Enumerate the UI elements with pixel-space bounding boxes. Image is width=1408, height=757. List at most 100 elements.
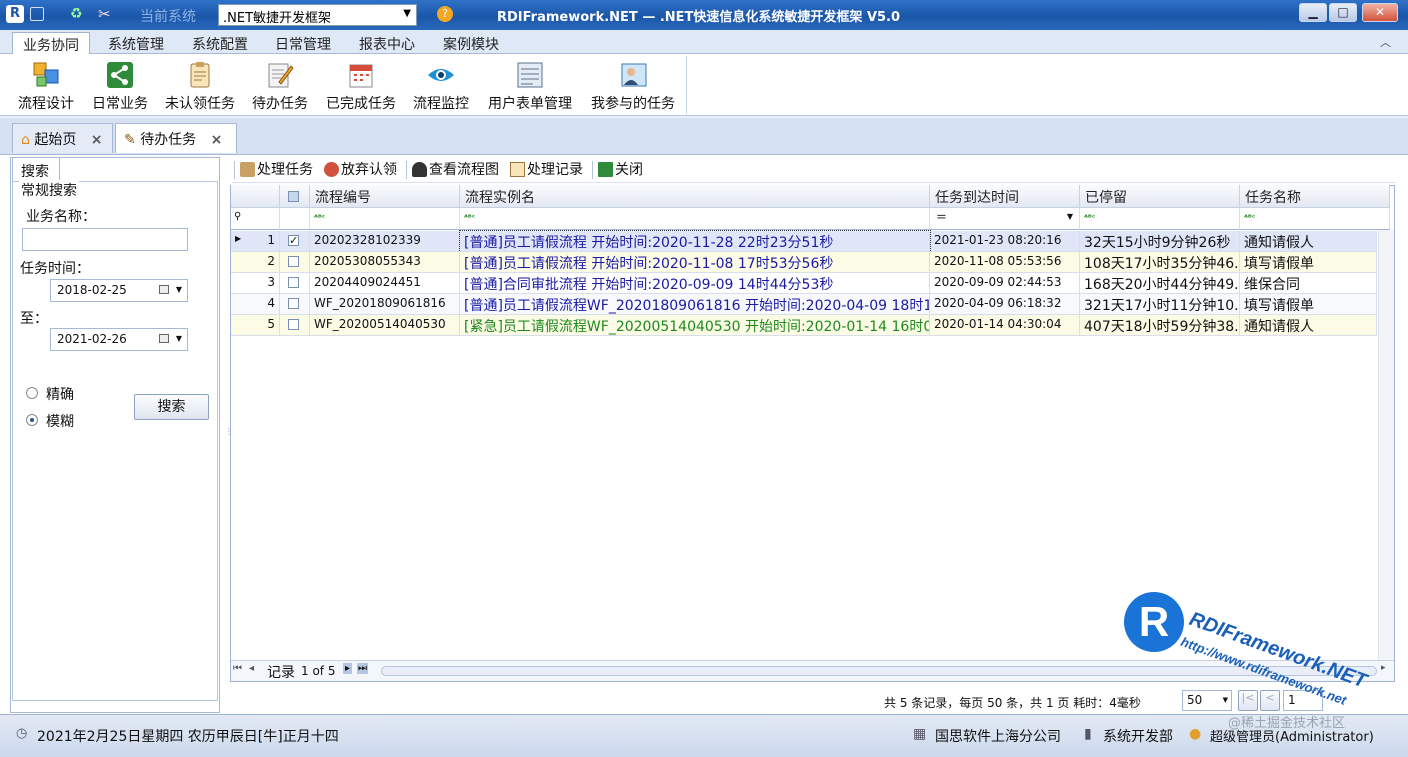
close-icon[interactable]: ×: [211, 132, 223, 148]
date-from-picker[interactable]: 2018-02-25 ▼: [50, 279, 188, 302]
ribbon-button-workflow-design[interactable]: 流程设计: [14, 58, 78, 114]
cell-code[interactable]: 20205308055343: [310, 252, 460, 273]
table-row[interactable]: ▶ 1 ✓ 20202328102339 [普通]员工请假流程 开始时间:2020-11…: [231, 230, 1377, 253]
minimize-button[interactable]: ▁: [1299, 3, 1327, 22]
ribbon-button-todo-tasks[interactable]: 待办任务: [248, 58, 312, 114]
abandon-claim-button[interactable]: 放弃认领: [324, 159, 397, 181]
next-record-icon[interactable]: ▸: [343, 663, 353, 674]
exact-radio-label: 精确: [46, 387, 74, 403]
table-row[interactable]: 2 20205308055343 [普通]员工请假流程 开始时间:2020-11-0…: [231, 252, 1377, 273]
cell-instance-name[interactable]: [普通]员工请假流程 开始时间:2020-11-28 22时23分51秒: [459, 230, 931, 253]
cell-code[interactable]: 20204409024451: [310, 273, 460, 294]
menu-tab-system-admin[interactable]: 系统管理: [98, 32, 174, 54]
ribbon-button-flow-monitor[interactable]: 流程监控: [409, 58, 473, 114]
last-record-icon[interactable]: ⏭: [357, 663, 368, 674]
cell-arrive-time[interactable]: 2020-01-14 04:30:04: [930, 315, 1080, 336]
row-indicator[interactable]: 4: [231, 294, 280, 315]
prev-record-icon[interactable]: ◂: [249, 663, 254, 674]
column-header-task-name[interactable]: 任务名称: [1240, 185, 1390, 208]
menu-tab-daily[interactable]: 日常管理: [265, 32, 341, 54]
exact-radio[interactable]: [26, 387, 38, 399]
filter-cell-instance-name[interactable]: ᴬᴮᶜ: [460, 208, 930, 230]
column-header-arrive-time[interactable]: 任务到达时间: [930, 185, 1080, 208]
chevron-up-icon[interactable]: ︿: [1380, 34, 1391, 50]
row-number: 4: [267, 296, 275, 310]
search-button[interactable]: 搜索: [134, 394, 209, 420]
quick-access-menu-icon[interactable]: [30, 7, 44, 21]
search-panel-tab[interactable]: 搜索: [12, 157, 60, 181]
tab-start-page[interactable]: ⌂ 起始页 ×: [12, 123, 113, 153]
table-row[interactable]: 4 WF_20201809061816 [普通]员工请假流程WF_202018090…: [231, 294, 1377, 315]
help-icon[interactable]: ?: [437, 6, 453, 22]
menu-tab-system-config[interactable]: 系统配置: [182, 32, 258, 54]
menu-tab-reports[interactable]: 报表中心: [349, 32, 425, 54]
table-row[interactable]: 3 20204409024451 [普通]合同审批流程 开始时间:2020-09-0…: [231, 273, 1377, 294]
process-task-button[interactable]: 处理任务: [240, 159, 313, 181]
product-select[interactable]: .NET敏捷开发框架 ▼: [218, 4, 417, 26]
cell-stay[interactable]: 32天15小时9分钟26秒: [1080, 231, 1240, 252]
cell-code[interactable]: 20202328102339: [310, 231, 460, 252]
close-grid-button[interactable]: 关闭: [598, 159, 643, 181]
cell-arrive-time[interactable]: 2021-01-23 08:20:16: [930, 231, 1080, 252]
row-checkbox[interactable]: [288, 298, 299, 309]
menu-tab-business[interactable]: 业务协同: [12, 32, 90, 54]
cell-task-name[interactable]: 通知请假人: [1240, 315, 1377, 336]
cell-stay[interactable]: 321天17小时11分钟10...: [1080, 294, 1240, 315]
row-indicator[interactable]: 3: [231, 273, 280, 294]
filter-cell-arrive-time[interactable]: = ▼: [930, 208, 1080, 230]
grid-header-checkbox[interactable]: [280, 185, 310, 208]
filter-cell-code[interactable]: ᴬᴮᶜ: [310, 208, 460, 230]
ribbon-button-daily-business[interactable]: 日常业务: [88, 58, 152, 114]
column-header-code[interactable]: 流程编号: [310, 185, 460, 208]
refresh-icon[interactable]: ♻: [70, 6, 83, 22]
close-window-button[interactable]: ✕: [1362, 3, 1398, 22]
row-indicator[interactable]: 2: [231, 252, 280, 273]
row-checkbox-cell: [280, 252, 310, 273]
row-checkbox[interactable]: [288, 277, 299, 288]
cell-code[interactable]: WF_20200514040530: [310, 315, 460, 336]
row-checkbox[interactable]: [288, 256, 299, 267]
column-header-instance-name[interactable]: 流程实例名: [460, 185, 930, 208]
menu-tab-cases[interactable]: 案例模块: [433, 32, 509, 54]
row-indicator[interactable]: ▶ 1: [231, 231, 280, 252]
date-to-picker[interactable]: 2021-02-26 ▼: [50, 328, 188, 351]
view-flowchart-button[interactable]: 查看流程图: [412, 159, 499, 181]
menu-bar: 业务协同 系统管理 系统配置 日常管理 报表中心 案例模块 ︿: [0, 30, 1408, 54]
ribbon-button-my-tasks[interactable]: 我参与的任务: [586, 58, 680, 114]
row-checkbox[interactable]: [288, 319, 299, 330]
filter-cell-task-name[interactable]: ᴬᴮᶜ: [1240, 208, 1390, 230]
tab-todo-tasks[interactable]: ✎ 待办任务 ×: [115, 123, 237, 153]
cell-task-name[interactable]: 维保合同: [1240, 273, 1377, 294]
fuzzy-radio[interactable]: [26, 414, 38, 426]
cell-stay[interactable]: 407天18小时59分钟38...: [1080, 315, 1240, 336]
cell-code[interactable]: WF_20201809061816: [310, 294, 460, 315]
cell-task-name[interactable]: 填写请假单: [1240, 294, 1377, 315]
close-icon[interactable]: ×: [91, 132, 103, 148]
filter-cell-stay[interactable]: ᴬᴮᶜ: [1080, 208, 1240, 230]
cell-instance-name[interactable]: [普通]员工请假流程 开始时间:2020-11-08 17时53分56秒: [460, 252, 930, 273]
cell-arrive-time[interactable]: 2020-09-09 02:44:53: [930, 273, 1080, 294]
cell-stay[interactable]: 108天17小时35分钟46...: [1080, 252, 1240, 273]
cell-instance-name[interactable]: [普通]合同审批流程 开始时间:2020-09-09 14时44分53秒: [460, 273, 930, 294]
table-row[interactable]: 5 WF_20200514040530 [紧急]员工请假流程WF_202005140…: [231, 315, 1377, 336]
row-indicator[interactable]: 5: [231, 315, 280, 336]
ribbon-button-user-forms[interactable]: 用户表单管理: [483, 58, 577, 114]
tools-icon[interactable]: ✂: [98, 5, 111, 23]
ribbon-button-completed-tasks[interactable]: 已完成任务: [322, 58, 400, 114]
cell-task-name[interactable]: 通知请假人: [1240, 231, 1377, 252]
first-record-icon[interactable]: ⏮: [233, 663, 242, 674]
cell-stay[interactable]: 168天20小时44分钟49...: [1080, 273, 1240, 294]
maximize-button[interactable]: □: [1329, 3, 1357, 22]
column-header-stay[interactable]: 已停留: [1080, 185, 1240, 208]
ribbon-button-unclaimed-tasks[interactable]: 未认领任务: [160, 58, 240, 114]
watermark-community: @稀土掘金技术社区: [1228, 716, 1346, 731]
cell-arrive-time[interactable]: 2020-11-08 05:53:56: [930, 252, 1080, 273]
task-name-input[interactable]: [22, 228, 188, 251]
cell-arrive-time[interactable]: 2020-04-09 06:18:32: [930, 294, 1080, 315]
process-history-button[interactable]: 处理记录: [510, 159, 583, 181]
cell-instance-name[interactable]: [普通]员工请假流程WF_20201809061816 开始时间:2020-04…: [460, 294, 930, 315]
cell-task-name[interactable]: 填写请假单: [1240, 252, 1377, 273]
cell-instance-name[interactable]: [紧急]员工请假流程WF_20200514040530 开始时间:2020-01…: [460, 315, 930, 336]
select-all-checkbox[interactable]: [288, 191, 299, 202]
row-checkbox[interactable]: ✓: [288, 235, 299, 246]
